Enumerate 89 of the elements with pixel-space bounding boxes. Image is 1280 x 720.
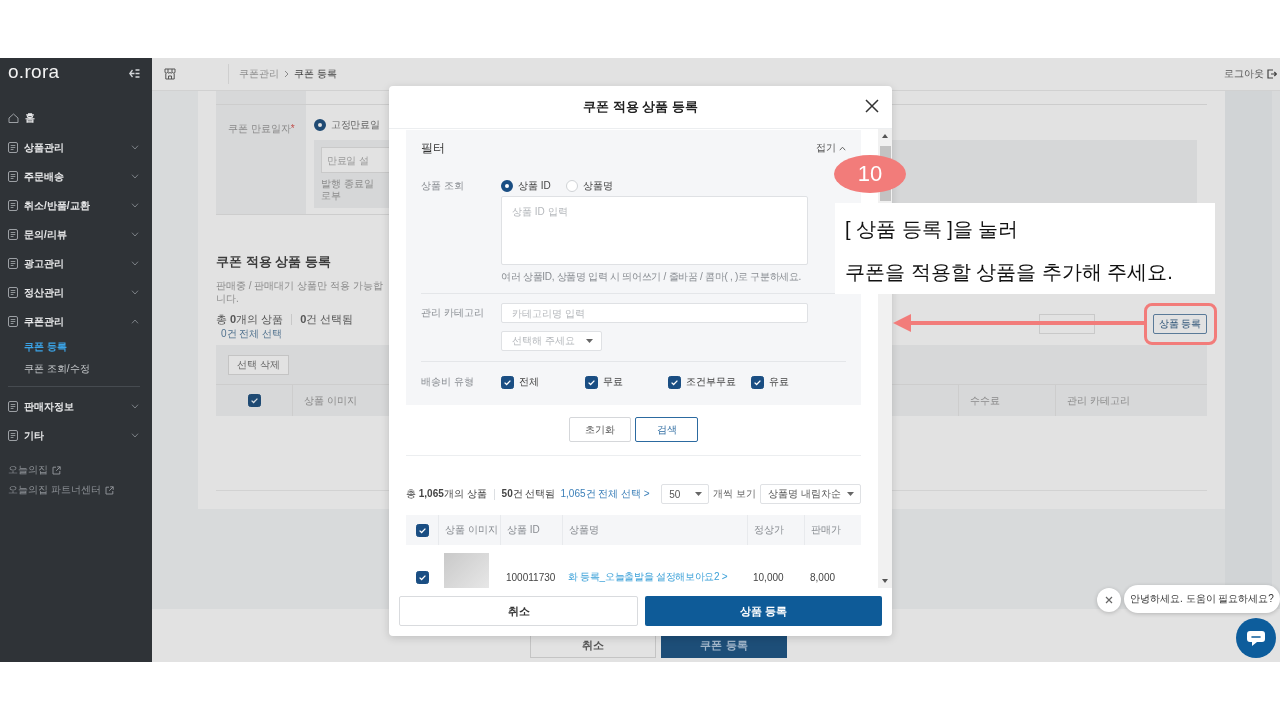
document-icon <box>8 142 18 153</box>
column-header: 판매가 <box>804 515 861 545</box>
modal-title: 쿠폰 적용 상품 등록 <box>583 98 698 116</box>
add-product-button[interactable]: 상품 등록 <box>645 596 882 626</box>
select-all-link[interactable]: 1,065건 전체 선택 > <box>560 487 650 501</box>
section-title: 쿠폰 적용 상품 등록 <box>216 254 332 270</box>
page-size-label: 개씩 보기 <box>713 487 756 501</box>
document-icon <box>8 401 18 412</box>
field-label: 관리 카테고리 <box>421 306 485 320</box>
document-icon <box>8 258 18 269</box>
sub-nav-item[interactable]: 쿠폰 등록 <box>0 336 152 358</box>
field-label: 상품 조회 <box>421 179 465 193</box>
radio-option[interactable]: 상품명 <box>566 179 631 193</box>
field-label: 쿠폰 만료일자* <box>228 123 295 134</box>
document-icon <box>8 316 18 327</box>
close-icon[interactable] <box>865 99 879 113</box>
nav-item[interactable]: 상품관리 <box>0 133 152 162</box>
document-icon <box>8 229 18 240</box>
collapse-button[interactable]: 접기 <box>816 141 846 155</box>
reset-button[interactable]: 초기화 <box>569 417 631 442</box>
store-icon[interactable] <box>164 68 176 80</box>
close-icon <box>1105 596 1113 604</box>
checkbox[interactable] <box>415 523 429 537</box>
guide-text: [ 상품 등록 ]을 눌러 <box>845 217 1020 242</box>
external-link[interactable]: 오늘의집 파트너센터 <box>0 480 152 500</box>
cancel-button[interactable]: 취소 <box>399 596 638 626</box>
column-header: 상품 ID <box>500 515 562 545</box>
nav-item[interactable]: 취소/반품/교환 <box>0 191 152 220</box>
checkbox[interactable] <box>247 394 261 407</box>
nav-item[interactable]: 광고관리 <box>0 249 152 278</box>
table-cell: 10,000 <box>753 571 784 583</box>
hint-text: 발행 종료일로부 <box>321 178 375 202</box>
document-icon <box>8 430 18 441</box>
chat-icon <box>1246 629 1266 647</box>
nav-item[interactable]: 문의/리뷰 <box>0 220 152 249</box>
select-all-link[interactable]: 0건 전체 선택 <box>221 327 283 340</box>
logout-button[interactable]: 로그아웃 <box>1224 67 1277 81</box>
home-icon <box>8 113 19 123</box>
chat-message[interactable]: 안녕하세요. 도움이 필요하세요? <box>1124 585 1280 613</box>
collapse-icon[interactable] <box>129 69 140 78</box>
nav-item[interactable]: 홈 <box>0 103 152 133</box>
column-header: 관리 카테고리 <box>1055 385 1207 416</box>
column-header: 정상가 <box>747 515 804 545</box>
external-link[interactable]: 오늘의집 <box>0 460 152 480</box>
nav-item[interactable]: 쿠폰관리 <box>0 307 152 336</box>
photo-placeholder <box>444 553 489 588</box>
total-count: 총 0개의 상품 <box>216 313 284 326</box>
search-textarea[interactable]: 상품 ID 입력 <box>501 196 808 265</box>
document-icon <box>8 200 18 211</box>
logout-icon <box>1267 69 1277 79</box>
guide-text: 쿠폰을 적용할 상품을 추가해 주세요. <box>845 260 1174 285</box>
nav-item[interactable]: 판매자정보 <box>0 392 152 421</box>
checkbox[interactable] <box>415 570 429 584</box>
column-header: 상품명 <box>562 515 747 545</box>
external-link-icon <box>52 465 61 475</box>
checkbox-option[interactable]: 유료 <box>751 375 846 389</box>
table-cell: 8,000 <box>810 571 836 583</box>
caret-down-icon <box>586 339 593 343</box>
search-button[interactable]: 검색 <box>635 417 698 442</box>
checkbox-option[interactable]: 무료 <box>585 375 668 389</box>
external-link-icon <box>104 485 114 495</box>
column-header: 상품 이미지 <box>438 515 500 545</box>
sub-nav-item[interactable]: 쿠폰 조회/수정 <box>0 358 152 380</box>
radio-option[interactable]: 상품 ID <box>501 179 566 193</box>
page-size-select[interactable]: 50 <box>661 484 710 504</box>
radio-option[interactable]: 고정만료일 <box>314 118 1197 132</box>
sort-select[interactable]: 상품명 내림차순 <box>760 484 861 504</box>
selected-count: 0건 선택됨 <box>300 313 354 326</box>
table-cell: 100011730 <box>506 571 556 583</box>
breadcrumb-current: 쿠폰 등록 <box>294 67 337 81</box>
document-icon <box>8 287 18 298</box>
filter-title: 필터 <box>421 139 445 157</box>
document-icon <box>8 171 18 182</box>
column-header: 수수료 <box>958 385 1055 416</box>
add-product-button[interactable]: 상품 등록 <box>1153 314 1207 334</box>
nav-item[interactable]: 기타 <box>0 421 152 450</box>
chevron-right-icon <box>284 70 289 78</box>
checkbox-option[interactable]: 전체 <box>501 375 585 389</box>
selected-count: 50건 선택됨 <box>501 487 556 501</box>
delete-selected-button[interactable]: 선택 삭제 <box>228 355 289 375</box>
nav-item[interactable]: 주문배송 <box>0 162 152 191</box>
section-note: 판매중 / 판매대기 상품만 적용 가능합니다. <box>216 279 384 305</box>
total-count: 총 1,065개의 상품 <box>406 487 487 501</box>
nav-item[interactable]: 정산관리 <box>0 278 152 307</box>
logo[interactable]: o.rora <box>8 61 60 83</box>
checkbox-option[interactable]: 조건부무료 <box>668 375 751 389</box>
hint-text: 여러 상품ID, 상품명 입력 시 띄어쓰기 / 줄바꿈 / 콤마( , )로 구분하세요. <box>501 270 803 283</box>
category-input[interactable]: 카테고리명 입력 <box>501 303 808 323</box>
chevron-up-icon <box>839 145 846 151</box>
